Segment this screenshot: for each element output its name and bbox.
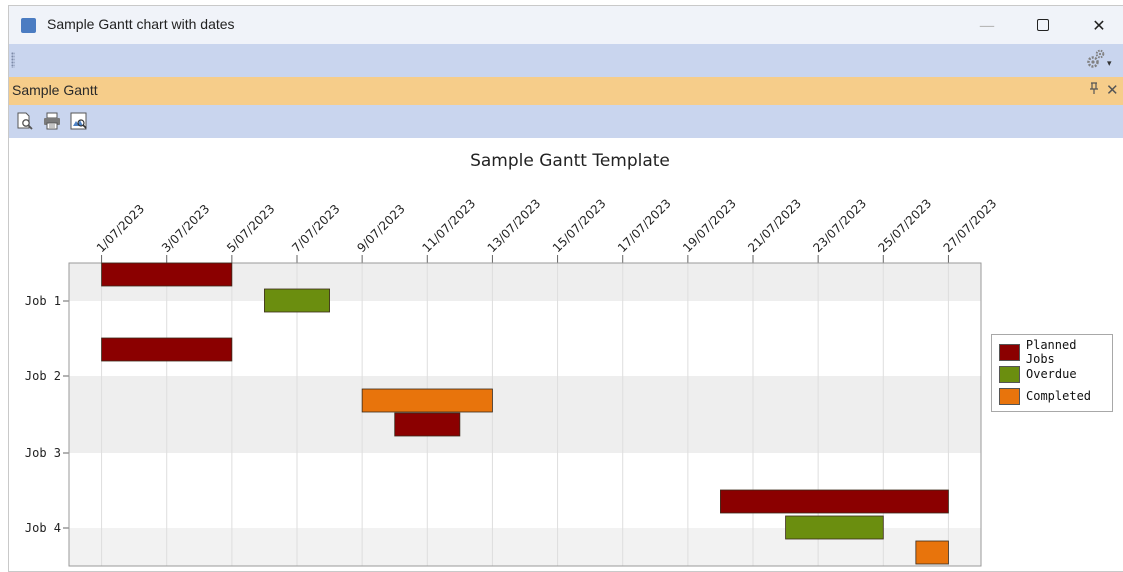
x-tick-label: 9/07/2023 bbox=[354, 202, 407, 255]
legend-label-planned: Planned Jobs bbox=[1025, 338, 1077, 366]
gantt-bar-planned-jobs bbox=[720, 489, 949, 514]
legend-item-completed: Completed bbox=[999, 385, 1112, 407]
panel-title: Sample Gantt bbox=[12, 82, 98, 98]
x-tick-label: 15/07/2023 bbox=[550, 196, 609, 255]
gantt-bar-planned-jobs bbox=[101, 337, 233, 362]
gantt-bar-planned-jobs bbox=[101, 262, 233, 287]
zoom-preview-button[interactable] bbox=[69, 111, 89, 131]
pin-icon bbox=[1090, 82, 1098, 94]
maximize-button[interactable] bbox=[1020, 6, 1066, 44]
print-preview-icon bbox=[17, 112, 33, 130]
legend-swatch-overdue bbox=[999, 365, 1020, 383]
x-tick-label: 19/07/2023 bbox=[680, 196, 739, 255]
maximize-icon bbox=[1037, 19, 1049, 31]
minimize-button[interactable]: — bbox=[964, 6, 1010, 44]
x-tick-label: 7/07/2023 bbox=[289, 202, 342, 255]
gantt-chart: Sample Gantt Template 1/07/2023 3/07/2023… bbox=[25, 151, 1000, 567]
pin-panel-button[interactable] bbox=[1089, 82, 1099, 99]
print-preview-button[interactable] bbox=[15, 111, 35, 131]
legend-item-planned: Planned Jobs bbox=[999, 338, 1112, 366]
toolbar-grip-handle[interactable] bbox=[11, 52, 15, 68]
y-tick-label: Job 2 bbox=[25, 369, 61, 383]
settings-button[interactable] bbox=[1086, 48, 1106, 75]
chart-area: Sample Gantt Template 1/07/2023 3/07/2023… bbox=[9, 138, 1123, 572]
y-tick-label: Job 3 bbox=[25, 446, 61, 460]
settings-dropdown-icon[interactable]: ▾ bbox=[1107, 59, 1112, 69]
title-bar: Sample Gantt chart with dates — ✕ bbox=[9, 6, 1123, 44]
x-tick-label: 17/07/2023 bbox=[615, 196, 674, 255]
print-icon bbox=[44, 112, 60, 130]
legend-swatch-completed bbox=[999, 387, 1020, 405]
panel-toolbar bbox=[9, 105, 1123, 138]
gantt-bar-completed bbox=[361, 388, 493, 413]
gantt-bar-overdue bbox=[785, 515, 884, 540]
legend-swatch-planned bbox=[999, 343, 1020, 361]
x-tick-label: 21/07/2023 bbox=[745, 196, 804, 255]
main-toolbar: ▾ bbox=[9, 44, 1123, 77]
gantt-bar-overdue bbox=[264, 288, 330, 313]
window-title: Sample Gantt chart with dates bbox=[47, 16, 235, 32]
gear-icon bbox=[1087, 49, 1105, 68]
x-tick-label: 27/07/2023 bbox=[941, 196, 1000, 255]
x-tick-label: 11/07/2023 bbox=[420, 196, 479, 255]
gantt-bar-completed bbox=[915, 540, 949, 565]
print-button[interactable] bbox=[42, 111, 62, 131]
y-tick-label: Job 4 bbox=[25, 521, 61, 535]
close-icon: ✕ bbox=[1092, 15, 1106, 35]
app-icon bbox=[21, 18, 36, 33]
minimize-icon: — bbox=[979, 15, 995, 35]
x-tick-label: 25/07/2023 bbox=[876, 196, 935, 255]
x-tick-label: 23/07/2023 bbox=[810, 196, 869, 255]
close-panel-button[interactable]: ✕ bbox=[1106, 81, 1119, 99]
legend-item-overdue: Overdue bbox=[999, 363, 1112, 385]
legend-label-completed: Completed bbox=[1026, 389, 1092, 403]
chart-legend: Planned Jobs Overdue Completed bbox=[991, 334, 1113, 412]
x-tick-label: 1/07/2023 bbox=[94, 202, 147, 255]
close-window-button[interactable]: ✕ bbox=[1076, 6, 1122, 44]
chart-row-band bbox=[69, 376, 981, 453]
x-tick-label: 13/07/2023 bbox=[485, 196, 544, 255]
zoom-preview-icon bbox=[70, 112, 87, 130]
y-tick-label: Job 1 bbox=[25, 294, 61, 308]
x-tick-label: 5/07/2023 bbox=[224, 202, 277, 255]
legend-label-overdue: Overdue bbox=[1026, 367, 1077, 381]
x-tick-label: 3/07/2023 bbox=[159, 202, 212, 255]
chart-title: Sample Gantt Template bbox=[470, 151, 670, 171]
panel-header: Sample Gantt ✕ bbox=[9, 77, 1123, 105]
gantt-bar-planned-jobs bbox=[394, 412, 461, 437]
app-window: Sample Gantt chart with dates — ✕ ▾ Samp… bbox=[8, 5, 1123, 572]
